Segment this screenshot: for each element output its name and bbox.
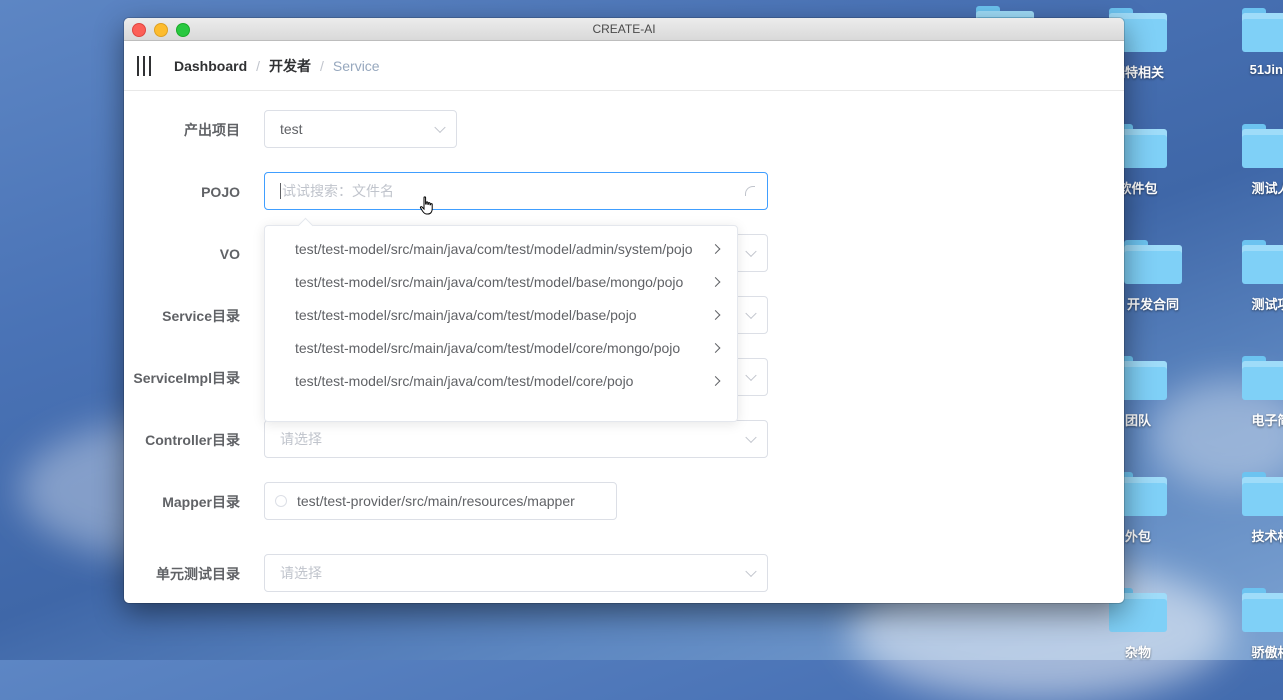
form-row-project: 产出项目 xyxy=(124,110,252,150)
dropdown-arrow xyxy=(297,217,314,234)
dropdown-option-label: test/test-model/src/main/java/com/test/m… xyxy=(295,372,634,389)
desktop-folder-label: 51JinD xyxy=(1249,62,1283,77)
chevron-right-icon xyxy=(710,342,721,353)
mapper-dir-label: Mapper目录 xyxy=(162,494,240,510)
form-row-mapper-dir: Mapper目录 xyxy=(124,482,252,522)
menu-toggle-icon[interactable] xyxy=(137,55,155,76)
breadcrumb-separator: / xyxy=(256,57,261,74)
controller-dir-label: Controller目录 xyxy=(145,432,240,448)
folder-icon xyxy=(1242,124,1283,168)
desktop-folder[interactable]: 技术相 xyxy=(1226,472,1283,545)
desktop-folder[interactable]: 电子简 xyxy=(1226,356,1283,429)
form-row-vo: VO xyxy=(124,234,252,274)
desktop-folder-label: 测试人 xyxy=(1251,181,1283,196)
desktop-folder[interactable]: 骄傲相 xyxy=(1226,588,1283,661)
dropdown-option[interactable]: test/test-model/src/main/java/com/test/m… xyxy=(265,298,737,331)
breadcrumb-developer[interactable]: 开发者 xyxy=(269,56,311,76)
chevron-right-icon xyxy=(710,276,721,287)
breadcrumb-dashboard[interactable]: Dashboard xyxy=(174,58,247,74)
dropdown-option-label: test/test-model/src/main/java/com/test/m… xyxy=(295,273,684,290)
form-row-service-impl-dir: ServiceImpl目录 xyxy=(124,358,252,398)
breadcrumb: Dashboard / 开发者 / Service xyxy=(174,56,380,76)
dropdown-option-label: test/test-model/src/main/java/com/test/m… xyxy=(295,339,681,356)
app-window: CREATE-AI Dashboard / 开发者 / Service 产出项目… xyxy=(124,18,1124,603)
form-row-unit-test-dir: 单元测试目录 xyxy=(124,554,252,594)
controller-dir-placeholder: 请选择 xyxy=(280,431,322,447)
pojo-label: POJO xyxy=(201,184,240,200)
desktop-folder-label: 测试项 xyxy=(1251,297,1283,312)
form-row-controller-dir: Controller目录 xyxy=(124,420,252,460)
window-titlebar[interactable]: CREATE-AI xyxy=(124,18,1124,41)
radio-button[interactable] xyxy=(275,495,287,507)
mapper-dir-value: test/test-provider/src/main/resources/ma… xyxy=(297,493,575,509)
pojo-dropdown-panel: test/test-model/src/main/java/com/test/m… xyxy=(264,217,738,422)
desktop-folder-label: 杂物 xyxy=(1124,645,1151,660)
breadcrumb-service: Service xyxy=(332,57,380,74)
close-window-button[interactable] xyxy=(132,23,146,37)
chevron-down-icon xyxy=(745,245,757,258)
window-title: CREATE-AI xyxy=(592,22,656,36)
chevron-down-icon xyxy=(745,369,757,382)
project-label: 产出项目 xyxy=(184,122,240,138)
breadcrumb-separator: / xyxy=(320,57,324,74)
chevron-right-icon xyxy=(710,243,721,254)
chevron-down-icon xyxy=(745,431,757,444)
folder-icon xyxy=(1242,356,1283,400)
dropdown-option-label: test/test-model/src/main/java/com/test/m… xyxy=(295,306,637,323)
pojo-search-input[interactable]: 试试搜索：文件名 xyxy=(264,172,768,210)
mapper-dir-radio-option[interactable]: test/test-provider/src/main/resources/ma… xyxy=(264,482,617,520)
chevron-down-icon xyxy=(745,565,757,578)
loading-icon xyxy=(745,186,755,196)
controller-dir-select[interactable]: 请选择 xyxy=(264,420,768,458)
dropdown-option[interactable]: test/test-model/src/main/java/com/test/m… xyxy=(265,331,737,364)
service-dir-label: Service目录 xyxy=(162,308,240,324)
dropdown-option[interactable]: test/test-model/src/main/java/com/test/m… xyxy=(265,364,737,397)
chevron-down-icon xyxy=(745,307,757,320)
pojo-search-placeholder: 试试搜索：文件名 xyxy=(282,183,394,199)
desktop-folder[interactable]: 51JinD xyxy=(1226,8,1283,77)
chevron-down-icon xyxy=(434,121,446,134)
dropdown-option[interactable]: test/test-model/src/main/java/com/test/m… xyxy=(265,232,737,265)
chevron-right-icon xyxy=(710,375,721,386)
service-impl-dir-label: ServiceImpl目录 xyxy=(133,370,240,386)
unit-test-dir-label: 单元测试目录 xyxy=(156,566,240,582)
unit-test-dir-select[interactable]: 请选择 xyxy=(264,554,768,592)
desktop-folder-label: 电子简 xyxy=(1251,413,1283,428)
minimize-window-button[interactable] xyxy=(154,23,168,37)
desktop-folder[interactable]: 测试项 xyxy=(1226,240,1283,313)
navbar: Dashboard / 开发者 / Service xyxy=(124,41,1124,91)
project-select[interactable]: test xyxy=(264,110,457,148)
project-select-value: test xyxy=(280,121,303,137)
unit-test-dir-placeholder: 请选择 xyxy=(280,565,322,581)
folder-icon xyxy=(1124,240,1182,284)
desktop-folder[interactable]: 测试人 xyxy=(1226,124,1283,197)
desktop-folder-label: 技术相 xyxy=(1251,529,1283,544)
folder-icon xyxy=(1242,588,1283,632)
form-row-service-dir: Service目录 xyxy=(124,296,252,336)
folder-icon xyxy=(1242,472,1283,516)
dropdown-option[interactable]: test/test-model/src/main/java/com/test/m… xyxy=(265,265,737,298)
hand-pointer-icon xyxy=(419,196,433,215)
folder-icon xyxy=(1242,240,1283,284)
desktop-folder-label: 骄傲相 xyxy=(1251,645,1283,660)
dropdown-option-label: test/test-model/src/main/java/com/test/m… xyxy=(295,240,693,257)
folder-icon xyxy=(1242,8,1283,52)
vo-label: VO xyxy=(219,246,240,262)
form-row-pojo: POJO xyxy=(124,172,252,212)
chevron-right-icon xyxy=(710,309,721,320)
zoom-window-button[interactable] xyxy=(176,23,190,37)
text-caret xyxy=(280,183,281,199)
